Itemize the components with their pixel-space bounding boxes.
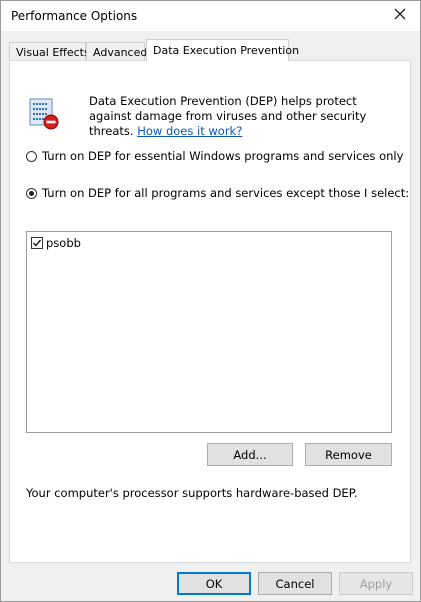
radio-essential-only[interactable]: Turn on DEP for essential Windows progra… xyxy=(26,149,403,163)
processor-support-note: Your computer's processor supports hardw… xyxy=(26,486,358,500)
add-button[interactable]: Add... xyxy=(207,443,293,466)
dep-description: Data Execution Prevention (DEP) helps pr… xyxy=(89,94,389,139)
psobb-checkbox[interactable] xyxy=(31,237,43,249)
apply-button[interactable]: Apply xyxy=(339,572,413,595)
list-item[interactable]: psobb xyxy=(31,236,81,250)
how-does-it-work-link[interactable]: How does it work? xyxy=(137,124,242,138)
remove-button[interactable]: Remove xyxy=(305,443,392,466)
ok-button[interactable]: OK xyxy=(177,572,251,595)
cancel-button[interactable]: Cancel xyxy=(258,572,332,595)
tab-advanced[interactable]: Advanced xyxy=(86,42,147,60)
performance-options-dialog: Performance Options Visual Effects Advan… xyxy=(0,0,421,602)
radio-essential-circle[interactable] xyxy=(26,150,37,162)
radio-essential-label: Turn on DEP for essential Windows progra… xyxy=(42,149,404,163)
tab-visual-effects[interactable]: Visual Effects xyxy=(9,42,90,60)
dep-panel: Data Execution Prevention (DEP) helps pr… xyxy=(9,60,411,563)
exceptions-listbox[interactable]: psobb xyxy=(26,231,392,433)
tab-data-execution-prevention[interactable]: Data Execution Prevention xyxy=(146,39,299,61)
window-title: Performance Options xyxy=(11,9,138,23)
radio-all-programs[interactable]: Turn on DEP for all programs and service… xyxy=(26,186,409,200)
close-icon[interactable] xyxy=(392,6,408,22)
radio-all-label: Turn on DEP for all programs and service… xyxy=(42,186,410,200)
dep-shield-icon xyxy=(29,98,59,130)
list-item-label: psobb xyxy=(46,236,81,250)
radio-all-circle[interactable] xyxy=(26,187,37,199)
title-bar: Performance Options xyxy=(1,1,420,31)
checkmark-icon xyxy=(33,239,42,247)
